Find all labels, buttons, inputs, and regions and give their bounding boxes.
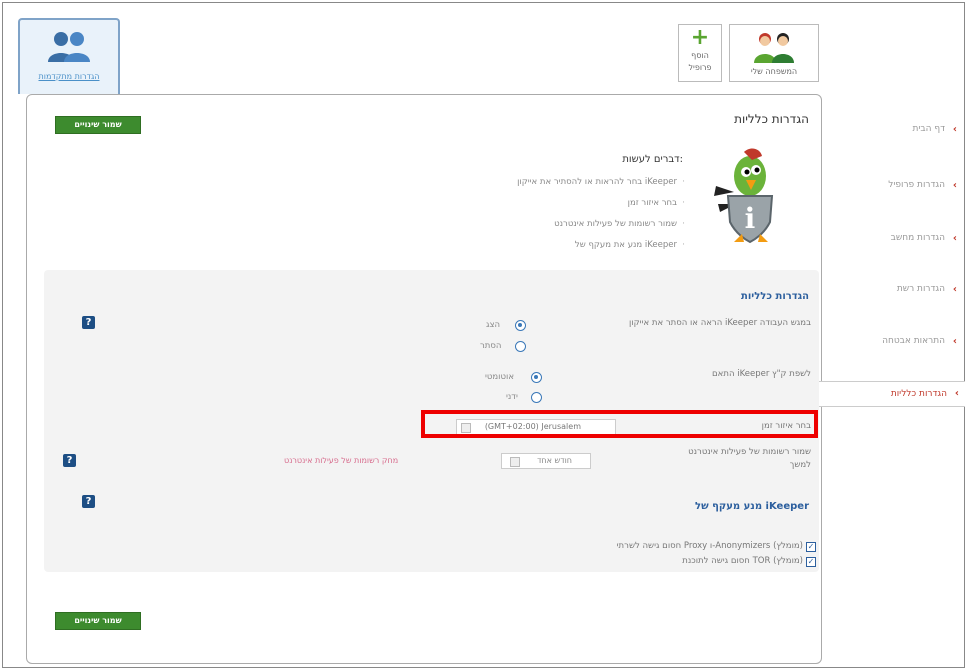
sidebar-item-label: הגדרות פרופיל [888, 180, 945, 190]
auto-label: אוטומטי [485, 372, 515, 382]
sidebar-item-label: הגדרות רשת [896, 284, 945, 294]
chevron-left-icon: ‹ [952, 124, 957, 135]
chevron-left-icon: ‹ [952, 180, 957, 191]
save-records-duration-select[interactable]: חודש אחד [501, 453, 591, 469]
parrot-shield-icon: i [714, 148, 774, 244]
chevron-left-icon: ‹ [952, 233, 957, 244]
sidebar-item-label: התראות אבטחה [882, 336, 945, 346]
proxy-block-checkbox[interactable]: ✓ [806, 542, 816, 552]
hide-icon-radio[interactable] [515, 341, 526, 352]
page-title: הגדרות כלליות [734, 112, 809, 126]
sidebar-item-network-settings[interactable]: ‹ הגדרות רשת [823, 284, 963, 295]
question-icon[interactable]: ? [82, 316, 95, 329]
language-question: התאם iKeeper לשפת ק"ץ [712, 369, 811, 379]
todo-item: שמור רשומות של פעילות אינטרנט [554, 219, 685, 229]
todo-item: בחר להראות או להסתיר את אייקון iKeeper [517, 177, 685, 187]
delete-records-link[interactable]: מחק רשומות של פעילות אינטרנט [284, 456, 398, 465]
add-profile-label-2: פרופיל [688, 63, 712, 72]
bypass-heading: מנע מעקף של iKeeper [695, 501, 809, 512]
hide-label: הסתר [480, 341, 502, 351]
show-label: הצג [486, 320, 501, 330]
chevron-left-icon: ‹ [952, 336, 957, 347]
highlight-box [421, 410, 818, 438]
plus-icon: + [690, 25, 710, 50]
my-family-button[interactable]: המשפחה שלי [729, 24, 819, 82]
question-icon[interactable]: ? [63, 454, 76, 467]
save-records-question-1: שמור רשומות של פעילות אינטרנט [688, 447, 811, 457]
save-records-question-2: למשך [789, 460, 811, 470]
tor-block-label: חסום גישה לתוכנת TOR (מומלץ) [682, 556, 803, 566]
add-profile-button[interactable]: + הוסף פרופיל [678, 24, 722, 82]
sidebar-item-label: הגדרות מחשב [890, 233, 945, 243]
todo-title: דברים לעשות: [622, 154, 683, 165]
save-changes-button-top[interactable]: שמור שינויים [55, 116, 141, 134]
auto-language-radio[interactable] [531, 372, 542, 383]
save-changes-button-bottom[interactable]: שמור שינויים [55, 612, 141, 630]
manual-label: ידני [506, 392, 518, 402]
advanced-settings-label: הגדרות מתקדמות [38, 72, 100, 81]
family-icon [754, 33, 794, 63]
my-family-label: המשפחה שלי [750, 67, 798, 76]
svg-text:i: i [745, 202, 756, 235]
chevron-left-icon: ‹ [954, 388, 959, 399]
sidebar-item-label: הגדרות כלליות [890, 389, 947, 399]
chevron-left-icon: ‹ [952, 284, 957, 295]
sidebar-item-home[interactable]: ‹ דף הבית [823, 124, 963, 135]
advanced-settings-tab[interactable]: הגדרות מתקדמות [18, 18, 120, 94]
parents-icon [48, 32, 90, 62]
general-settings-heading: הגדרות כלליות [741, 291, 809, 302]
manual-language-radio[interactable] [531, 392, 542, 403]
sidebar-item-security-alerts[interactable]: ‹ התראות אבטחה [823, 336, 963, 347]
question-icon[interactable]: ? [82, 495, 95, 508]
todo-item: בחר איזור זמן [628, 198, 686, 208]
sidebar-item-label: דף הבית [912, 124, 945, 134]
add-profile-label-1: הוסף [691, 51, 709, 60]
proxy-block-label: חסום גישה לשרתי Proxy ו-Anonymizers (מומ… [616, 541, 803, 551]
show-hide-icon-question: הראה או הסתר את אייקון iKeeper במגש העבו… [629, 318, 811, 328]
show-icon-radio[interactable] [515, 320, 526, 331]
sidebar-item-profile-settings[interactable]: ‹ הגדרות פרופיל [823, 180, 963, 191]
todo-item: מנע את מעקף של iKeeper [575, 240, 685, 250]
sidebar-item-computer-settings[interactable]: ‹ הגדרות מחשב [823, 233, 963, 244]
sidebar-item-general-settings[interactable]: ‹ הגדרות כלליות [805, 381, 965, 407]
tor-block-checkbox[interactable]: ✓ [806, 557, 816, 567]
